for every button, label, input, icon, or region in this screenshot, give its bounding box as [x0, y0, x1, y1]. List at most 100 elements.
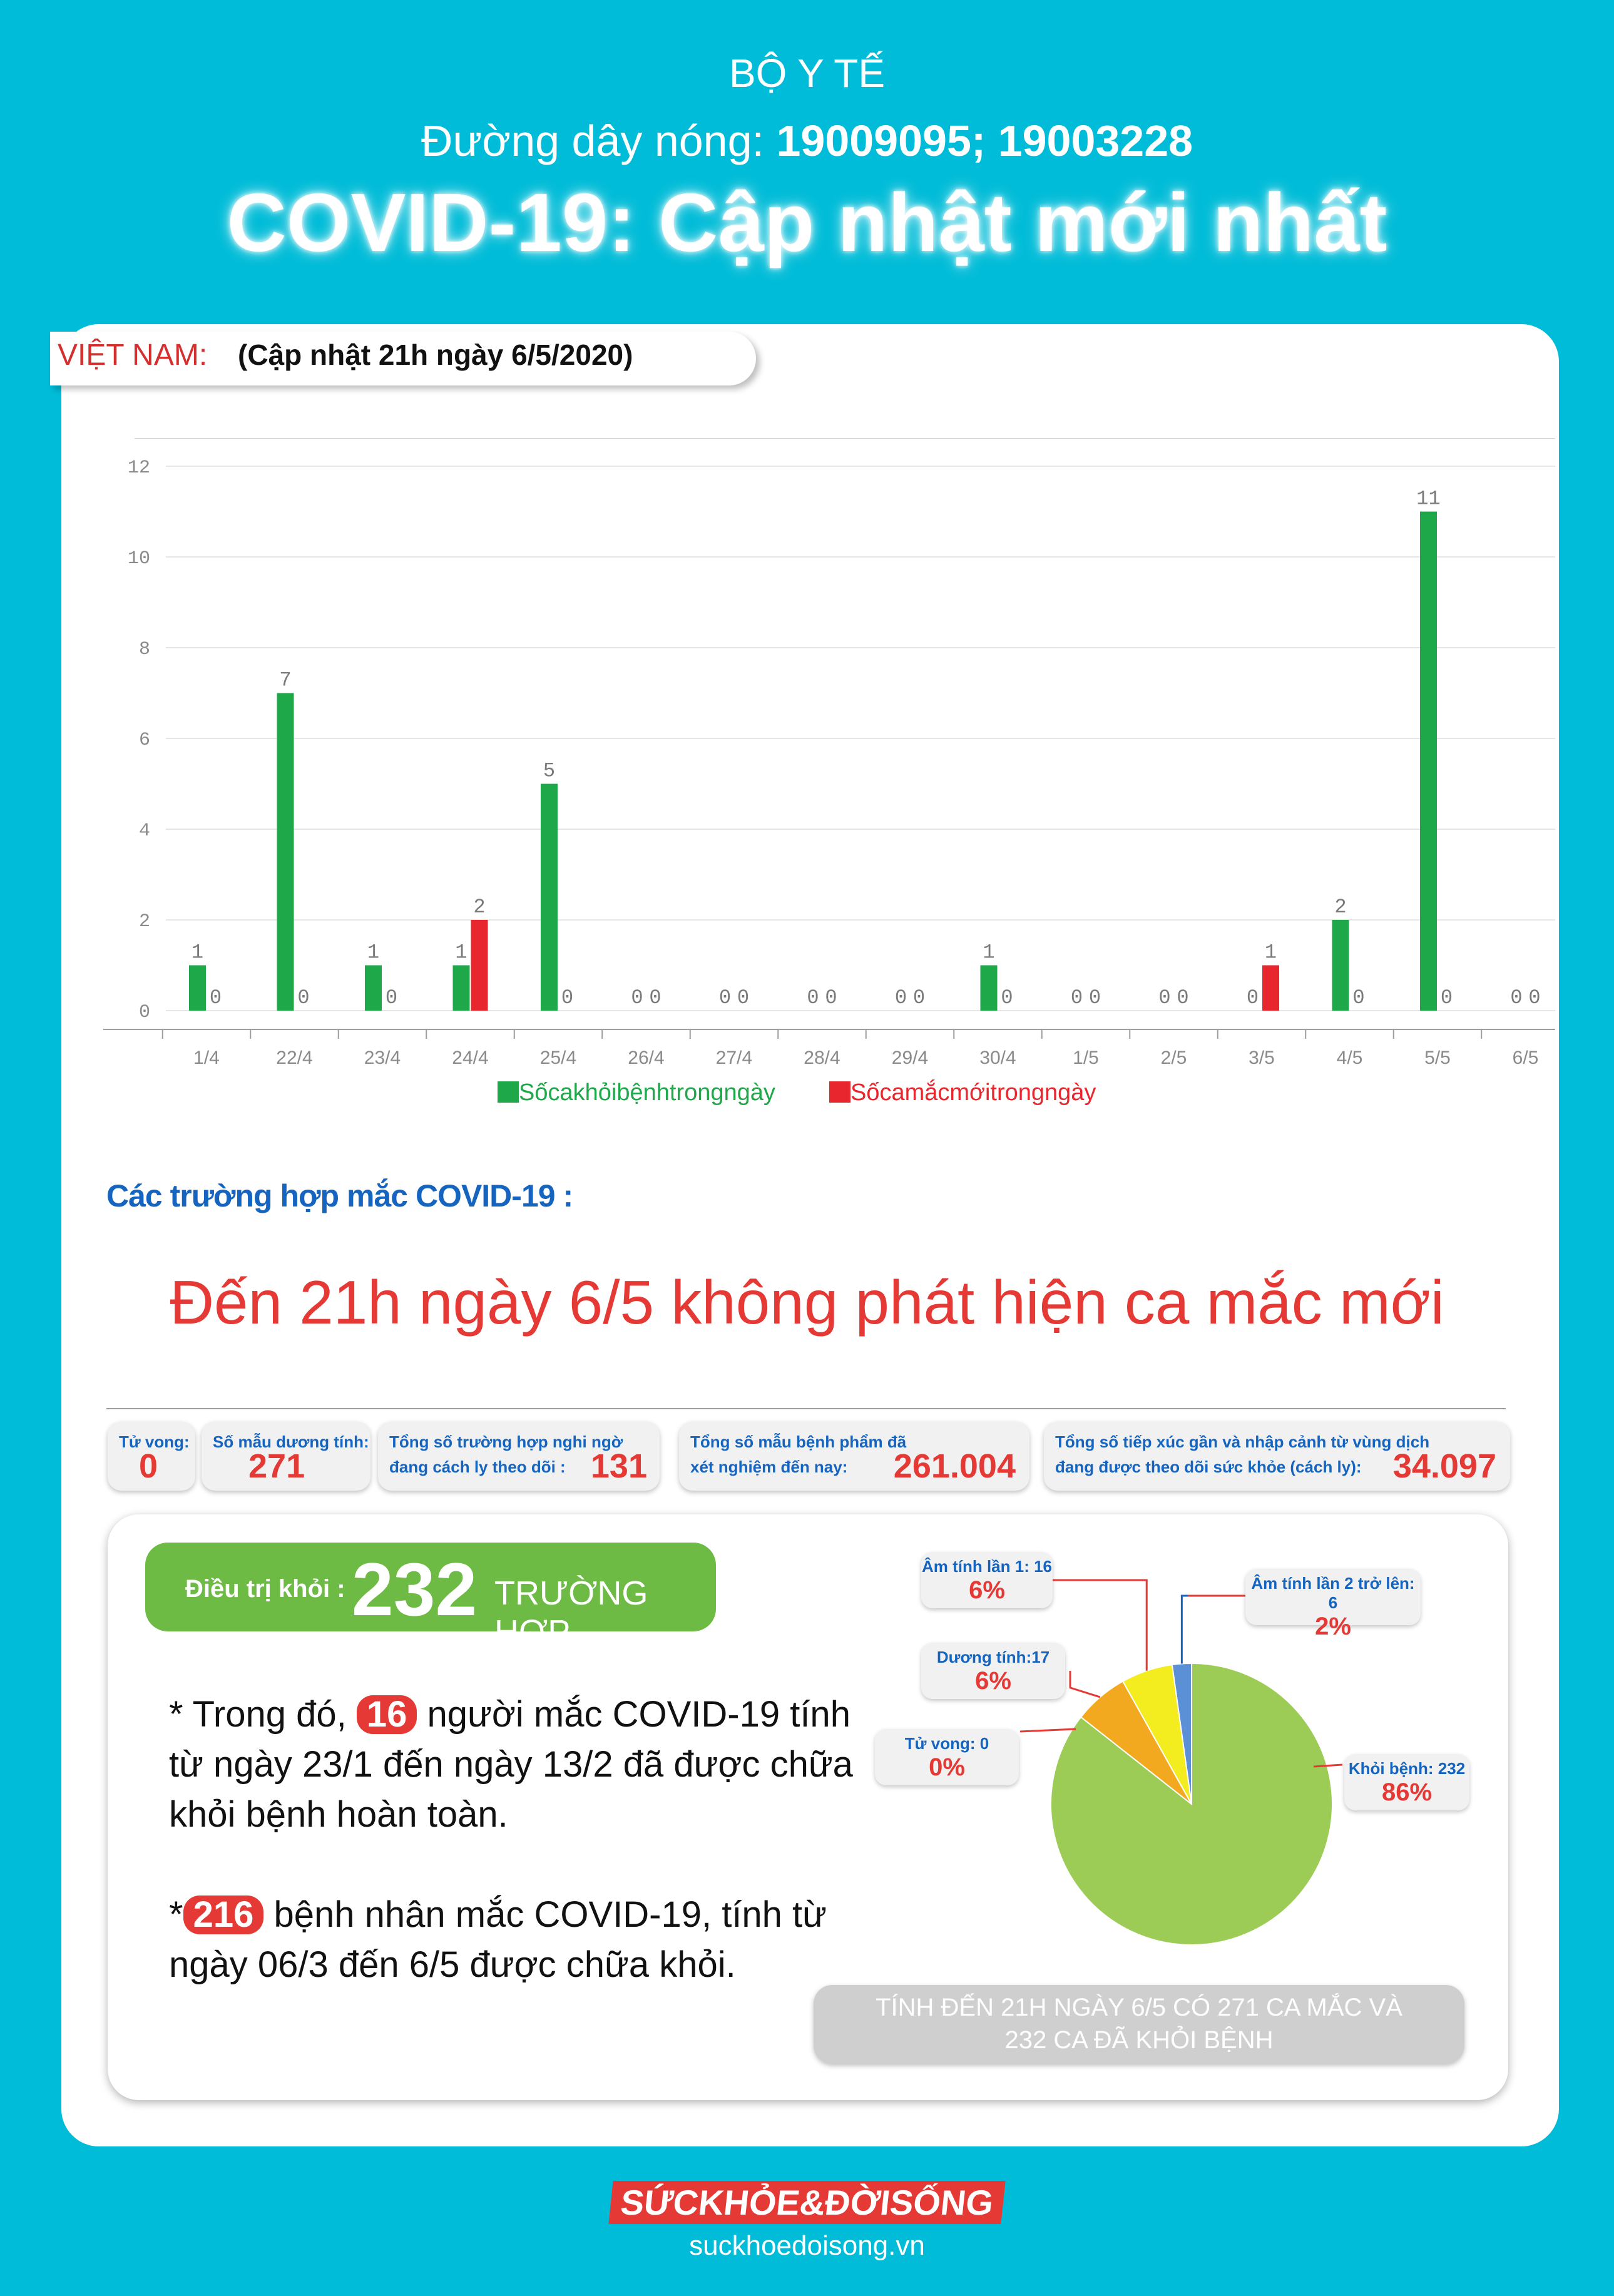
- data-label: 0: [210, 986, 222, 1009]
- x-tick-label: 29/4: [892, 1048, 928, 1068]
- bar-recovered: [189, 965, 206, 1011]
- callout-line: [1051, 1579, 1148, 1671]
- pie-callout-positive: Dương tính:17 6%: [921, 1643, 1065, 1699]
- logo-text: SỨCKHỎE&ĐỜISỐNG: [608, 2181, 1006, 2224]
- y-tick-label: 4: [139, 820, 150, 842]
- data-label: 0: [1352, 986, 1364, 1009]
- stat-label: Tổng số mẫu bệnh phẩm đã xét nghiệm đến n…: [690, 1432, 907, 1476]
- hotline: Đường dây nóng: 19009095; 19003228: [0, 116, 1614, 166]
- bar-recovered: [980, 965, 998, 1011]
- vietnam-label: VIỆT NAM:: [58, 339, 208, 372]
- organization-name: BỘ Y TẾ: [728, 51, 886, 96]
- legend-swatch-new: [829, 1081, 850, 1103]
- data-label: 0: [913, 986, 925, 1009]
- y-tick-label: 8: [139, 639, 150, 660]
- stat-value: 131: [590, 1447, 647, 1485]
- x-tick-label: 3/5: [1249, 1048, 1275, 1068]
- summary-note: TÍNH ĐẾN 21H NGÀY 6/5 CÓ 271 CA MẮC VÀ 2…: [814, 1985, 1464, 2064]
- x-tick-label: 26/4: [628, 1048, 664, 1068]
- stat-suspected: Tổng số trường hợp nghi ngờ đang cách ly …: [378, 1422, 660, 1491]
- y-tick-label: 2: [139, 911, 150, 932]
- data-label: 1: [455, 941, 467, 964]
- y-tick-label: 10: [128, 548, 150, 569]
- data-label: 0: [1247, 986, 1259, 1009]
- bar-recovered: [1420, 511, 1437, 1011]
- data-label: 1: [367, 941, 379, 964]
- x-tick-label: 30/4: [979, 1048, 1016, 1068]
- x-tick-label: 1/5: [1073, 1048, 1099, 1068]
- callout-line: [1069, 1671, 1101, 1698]
- stat-label: Tổng số trường hợp nghi ngờ đang cách ly …: [389, 1432, 623, 1476]
- data-label: 2: [1334, 895, 1346, 919]
- infographic: BỘ Y TẾ Đường dây nóng: 19009095; 190032…: [0, 0, 1614, 2296]
- recovery-note-2: * 216 bệnh nhân mắc COVID-19, tính từ ngà…: [169, 1894, 827, 1985]
- y-tick-label: 6: [139, 730, 150, 751]
- recovery-note-1: * Trong đó, 16 người mắc COVID-19 tính t…: [169, 1694, 853, 1835]
- data-label: 0: [1177, 986, 1188, 1009]
- bar-recovered: [1332, 920, 1349, 1011]
- data-label: 0: [561, 986, 573, 1009]
- stat-deaths: Tử vong: 0: [108, 1422, 195, 1491]
- cases-section-title: Các trường hợp mắc COVID-19 :: [106, 1178, 573, 1213]
- x-tick-label: 5/5: [1424, 1048, 1451, 1068]
- x-tick-label: 6/5: [1513, 1048, 1539, 1068]
- bar-recovered: [452, 965, 470, 1011]
- x-tick-label: 23/4: [364, 1048, 401, 1068]
- data-label: 0: [1441, 986, 1453, 1009]
- data-label: 1: [983, 941, 994, 964]
- callout-line: [1019, 1728, 1076, 1733]
- x-tick-label: 4/5: [1337, 1048, 1363, 1068]
- data-label: 0: [1071, 986, 1083, 1009]
- data-label: 0: [895, 986, 907, 1009]
- x-tick-label: 24/4: [452, 1048, 488, 1068]
- data-label: 0: [386, 986, 397, 1009]
- stat-value: 271: [248, 1447, 305, 1485]
- legend-label-new: Sốcamắcmớitrongngày: [850, 1079, 1096, 1106]
- x-tick-label: 27/4: [716, 1048, 752, 1068]
- pie-callout-recovered: Khỏi bệnh: 232 86%: [1344, 1754, 1469, 1810]
- data-label: 1: [1265, 941, 1277, 964]
- bar-new: [1262, 965, 1279, 1011]
- recovered-value: 232: [352, 1548, 478, 1631]
- stat-positive-samples: Số mẫu dương tính: 271: [202, 1422, 370, 1491]
- publisher-logo: SỨCKHỎE&ĐỜISỐNG suckhoedoisong.vn: [0, 2181, 1614, 2262]
- bar-recovered: [277, 693, 294, 1011]
- data-label: 0: [649, 986, 661, 1009]
- y-tick-label: 12: [128, 457, 150, 479]
- data-label: 0: [297, 986, 309, 1009]
- logo-url: suckhoedoisong.vn: [689, 2230, 925, 2261]
- x-tick-label: 25/4: [540, 1048, 576, 1068]
- bar-new: [471, 920, 488, 1011]
- x-tick-label: 28/4: [804, 1048, 840, 1068]
- pie-callout-negative-1: Âm tính lần 1: 16 6%: [921, 1552, 1053, 1608]
- recovered-label: Điều trị khỏi :: [185, 1575, 345, 1603]
- stat-value: 34.097: [1392, 1447, 1496, 1485]
- stat-value: 0: [139, 1447, 158, 1485]
- page-title: COVID-19: Cập nhật mới nhất: [227, 176, 1387, 268]
- stat-monitored: Tổng số tiếp xúc gần và nhập cảnh từ vùn…: [1044, 1422, 1510, 1491]
- recovered-banner: Điều trị khỏi : 232 TRƯỜNG HỢP: [145, 1543, 716, 1651]
- pie-callout-deaths: Tử vong: 0 0%: [875, 1729, 1019, 1785]
- data-label: 0: [1089, 986, 1101, 1009]
- hotline-label: Đường dây nóng:: [421, 116, 764, 165]
- hotline-numbers: 19009095; 19003228: [776, 116, 1193, 165]
- data-label: 0: [1528, 986, 1540, 1009]
- y-tick-label: 0: [139, 1002, 150, 1023]
- divider: [106, 1408, 1506, 1409]
- recovered-unit: TRƯỜNG HỢP: [494, 1574, 648, 1651]
- data-label: 0: [1158, 986, 1170, 1009]
- data-label: 1: [192, 941, 203, 964]
- data-label: 0: [1001, 986, 1013, 1009]
- x-tick-label: 2/5: [1161, 1048, 1187, 1068]
- data-label: 7: [279, 669, 291, 692]
- data-label: 2: [473, 895, 485, 919]
- data-label: 0: [807, 986, 819, 1009]
- pie-callout-negative-2: Âm tính lần 2 trở lên: 6 2%: [1245, 1569, 1421, 1640]
- legend-label-recovered: Sốcakhỏibệnhtrongngày: [519, 1079, 775, 1106]
- count-badge: 216: [183, 1895, 264, 1934]
- bar-recovered: [365, 965, 382, 1011]
- data-label: 0: [631, 986, 643, 1009]
- data-label: 5: [543, 760, 555, 783]
- data-label: 0: [719, 986, 731, 1009]
- legend-swatch-recovered: [498, 1081, 519, 1103]
